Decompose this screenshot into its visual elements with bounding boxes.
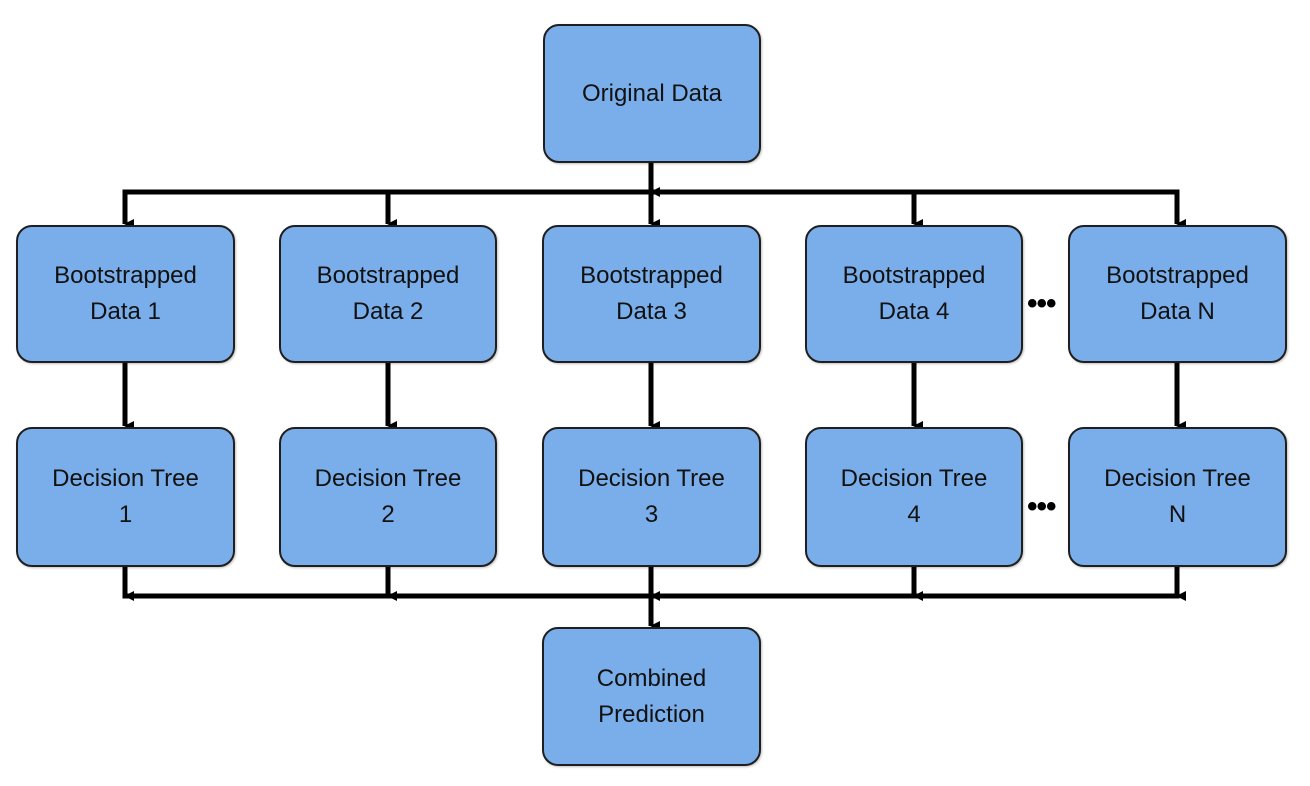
node-label: Bootstrapped Data 3 xyxy=(580,262,723,325)
node-combined-prediction: Combined Prediction xyxy=(542,627,761,766)
node-label: Combined Prediction xyxy=(596,664,707,728)
node-decision-tree-3: Decision Tree 3 xyxy=(542,427,761,567)
node-label: Decision Tree 3 xyxy=(578,465,725,528)
node-label: Original Data xyxy=(581,79,723,107)
node-label: Bootstrapped Data N xyxy=(1106,262,1249,325)
node-label: Bootstrapped Data 4 xyxy=(842,262,986,325)
node-label: Decision Tree 4 xyxy=(840,465,988,528)
node-label: Decision Tree 2 xyxy=(314,465,462,528)
node-decision-tree-n: Decision Tree N xyxy=(1068,427,1287,567)
random-forest-diagram: Original Data Bootstrapped Data 1 Bootst… xyxy=(0,0,1310,786)
node-bootstrapped-data-n: Bootstrapped Data N xyxy=(1068,225,1287,363)
node-label: Decision Tree 1 xyxy=(52,465,199,528)
node-bootstrapped-data-1: Bootstrapped Data 1 xyxy=(16,225,235,363)
node-bootstrapped-data-4: Bootstrapped Data 4 xyxy=(805,225,1023,363)
node-decision-tree-1: Decision Tree 1 xyxy=(16,427,235,567)
node-label: Decision Tree N xyxy=(1104,465,1251,528)
node-label: Bootstrapped Data 2 xyxy=(316,262,460,325)
node-bootstrapped-data-2: Bootstrapped Data 2 xyxy=(279,225,497,363)
ellipsis-row-1: ••• xyxy=(1027,287,1056,320)
node-bootstrapped-data-3: Bootstrapped Data 3 xyxy=(542,225,761,363)
node-decision-tree-4: Decision Tree 4 xyxy=(805,427,1023,567)
node-original-data: Original Data xyxy=(543,24,761,163)
node-decision-tree-2: Decision Tree 2 xyxy=(279,427,497,567)
ellipsis-row-2: ••• xyxy=(1027,490,1056,523)
node-label: Bootstrapped Data 1 xyxy=(54,262,197,325)
